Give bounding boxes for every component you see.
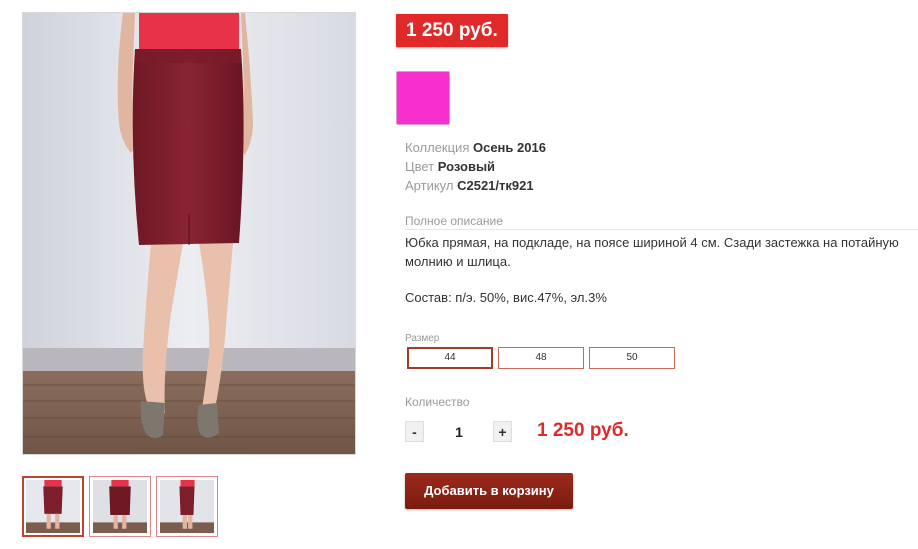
thumbnail-strip	[22, 476, 218, 537]
quantity-decrease-button[interactable]: -	[405, 421, 424, 442]
color-value: Розовый	[437, 159, 496, 174]
size-option-44[interactable]: 44	[407, 347, 493, 369]
collection-value: Осень 2016	[472, 140, 546, 155]
size-options: 44 48 50	[407, 347, 675, 369]
sku-value: С2521/тк921	[457, 178, 534, 193]
product-meta: Коллекция Осень 2016 Цвет Розовый Артику…	[405, 138, 546, 195]
description-text: Юбка прямая, на подкладе, на поясе ширин…	[405, 235, 899, 269]
color-label: Цвет	[405, 159, 435, 174]
sku-label: Артикул	[405, 178, 454, 193]
size-option-48[interactable]: 48	[498, 347, 584, 369]
collection-row: Коллекция Осень 2016	[405, 138, 546, 157]
quantity-value[interactable]: 1	[445, 424, 473, 440]
total-price: 1 250 руб.	[537, 420, 629, 441]
quantity-label: Количество	[405, 395, 470, 409]
description-label: Полное описание	[405, 214, 503, 228]
size-label: Размер	[405, 333, 440, 344]
collection-label: Коллекция	[405, 140, 470, 155]
thumbnail-front[interactable]	[22, 476, 84, 537]
product-main-image[interactable]	[22, 12, 356, 455]
description-divider	[405, 229, 918, 230]
sku-row: Артикул С2521/тк921	[405, 176, 546, 195]
thumbnail-back[interactable]	[89, 476, 151, 537]
thumbnail-side[interactable]	[156, 476, 218, 537]
add-to-cart-button[interactable]: Добавить в корзину	[405, 473, 573, 509]
composition-text: Состав: п/э. 50%, вис.47%, эл.3%	[405, 290, 607, 305]
color-swatch[interactable]	[396, 71, 450, 125]
quantity-increase-button[interactable]: +	[493, 421, 512, 442]
price-badge: 1 250 руб.	[396, 14, 508, 47]
size-option-50[interactable]: 50	[589, 347, 675, 369]
color-row: Цвет Розовый	[405, 157, 546, 176]
